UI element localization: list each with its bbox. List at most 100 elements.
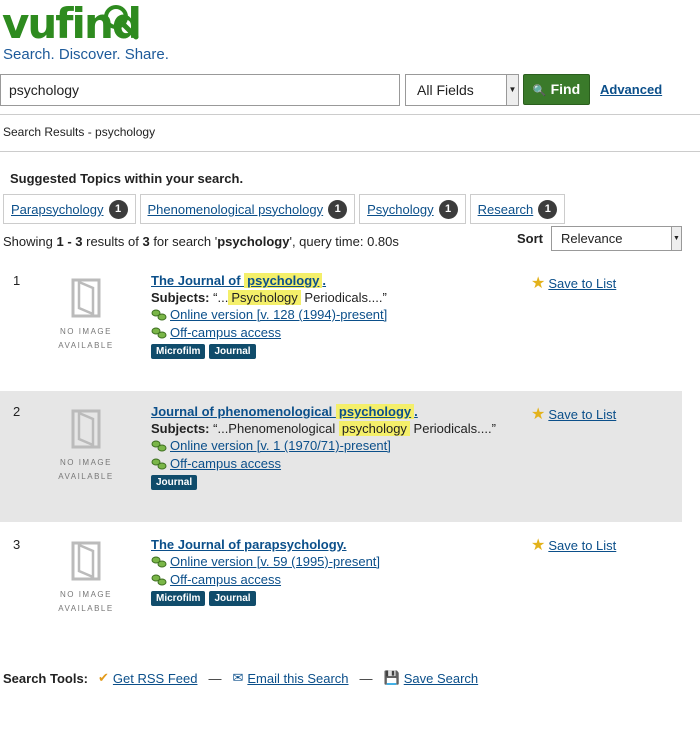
- divider: [0, 151, 700, 152]
- cover-placeholder: NO IMAGE AVAILABLE: [58, 278, 114, 353]
- topic-link[interactable]: Research: [478, 202, 534, 217]
- topic-count-badge: 1: [328, 199, 348, 219]
- find-button[interactable]: 🔍 Find: [523, 74, 590, 105]
- online-version-link[interactable]: Online version [v. 128 (1994)-present]: [170, 307, 387, 322]
- subject-highlight: psychology: [338, 421, 410, 436]
- star-icon: ★: [531, 406, 546, 423]
- format-badge: Journal: [209, 591, 256, 606]
- save-to-list-link[interactable]: Save to List: [548, 407, 616, 422]
- offcampus-line: Off-campus access: [151, 325, 387, 340]
- link-icon: [151, 458, 167, 469]
- save-search-link[interactable]: Save Search: [404, 671, 478, 686]
- topic-count-badge: 1: [438, 199, 458, 219]
- save-icon: 💾: [383, 670, 400, 685]
- cover-placeholder: NO IMAGE AVAILABLE: [58, 541, 114, 616]
- find-label: Find: [550, 81, 581, 97]
- offcampus-line: Off-campus access: [151, 572, 380, 587]
- online-version-line: Online version [v. 59 (1995)-present]: [151, 554, 380, 569]
- no-image-text: AVAILABLE: [58, 472, 114, 481]
- book-icon: [71, 541, 101, 581]
- link-icon: [151, 574, 167, 585]
- subjects-label: Subjects:: [151, 421, 210, 436]
- offcampus-access-link[interactable]: Off-campus access: [170, 572, 281, 587]
- subjects-label: Subjects:: [151, 290, 210, 305]
- summary-total: 3: [142, 234, 150, 249]
- result-title-link[interactable]: The Journal of parapsychology.: [151, 537, 380, 552]
- search-field-value: All Fields: [417, 82, 474, 98]
- divider: [0, 114, 700, 115]
- save-to-list[interactable]: ★ Save to List: [531, 535, 616, 555]
- breadcrumb: Search Results - psychology: [3, 125, 156, 139]
- online-version-link[interactable]: Online version [v. 59 (1995)-present]: [170, 554, 380, 569]
- vufind-logo[interactable]: vufind: [2, 0, 142, 51]
- result-number: 1: [13, 273, 21, 288]
- subject-text: “...: [213, 290, 229, 305]
- title-text: .: [414, 404, 418, 419]
- online-version-link[interactable]: Online version [v. 1 (1970/71)-present]: [170, 438, 391, 453]
- topic-item[interactable]: Parapsychology 1: [3, 194, 136, 224]
- summary-text: results of: [82, 234, 143, 249]
- rss-feed-link[interactable]: Get RSS Feed: [113, 671, 198, 686]
- online-version-line: Online version [v. 1 (1970/71)-present]: [151, 438, 496, 453]
- email-icon: ✉: [232, 670, 244, 685]
- result-subjects: Subjects: “... Psychology Periodicals....…: [151, 290, 387, 305]
- offcampus-access-link[interactable]: Off-campus access: [170, 325, 281, 340]
- title-highlight: psychology: [244, 273, 323, 288]
- format-badges: Journal: [151, 475, 496, 490]
- book-icon: [71, 278, 101, 318]
- search-tools: Search Tools: ✔ Get RSS Feed — ✉ Email thi…: [3, 670, 478, 686]
- no-image-text: NO IMAGE: [59, 327, 112, 336]
- result-item: 3 NO IMAGE AVAILABLE The Journal of para…: [0, 522, 682, 653]
- result-title-link[interactable]: Journal of phenomenological psychology.: [151, 404, 496, 419]
- result-title-link[interactable]: The Journal of psychology.: [151, 273, 387, 288]
- title-text: Journal of phenomenological: [151, 404, 336, 419]
- summary-text: Showing: [3, 234, 57, 249]
- title-text: .: [322, 273, 327, 288]
- result-number: 2: [13, 404, 21, 419]
- topic-count-badge: 1: [108, 199, 128, 219]
- subject-text: “...Phenomenological: [213, 421, 339, 436]
- vufind-logo-graphic: vufind: [2, 0, 142, 48]
- separator: —: [359, 670, 373, 686]
- result-info: The Journal of psychology. Subjects: “..…: [151, 273, 387, 359]
- result-info: Journal of phenomenological psychology. …: [151, 404, 496, 490]
- search-tools-label: Search Tools:: [3, 670, 89, 686]
- search-input[interactable]: psychology: [0, 74, 400, 106]
- save-to-list-link[interactable]: Save to List: [548, 276, 616, 291]
- link-icon: [151, 556, 167, 567]
- summary-query-time: ', query time: 0.80s: [289, 234, 399, 249]
- save-to-list-link[interactable]: Save to List: [548, 538, 616, 553]
- topic-link[interactable]: Parapsychology: [11, 202, 104, 217]
- subject-highlight: Psychology: [228, 290, 301, 305]
- format-badge: Journal: [151, 475, 198, 490]
- search-field-select[interactable]: All Fields ▼: [405, 74, 519, 106]
- topic-link[interactable]: Psychology: [367, 202, 433, 217]
- save-to-list[interactable]: ★ Save to List: [531, 273, 616, 293]
- topic-item[interactable]: Psychology 1: [359, 194, 466, 224]
- title-highlight: psychology: [335, 404, 415, 419]
- star-icon: ★: [531, 275, 546, 292]
- sort-select[interactable]: Relevance ▼: [551, 226, 682, 251]
- topic-link[interactable]: Phenomenological psychology: [148, 202, 324, 217]
- save-to-list[interactable]: ★ Save to List: [531, 404, 616, 424]
- summary-text: for search ': [149, 234, 218, 249]
- format-badge: Microfilm: [151, 344, 206, 359]
- no-image-text: NO IMAGE: [59, 458, 112, 467]
- subject-text: Periodicals....”: [409, 421, 496, 436]
- summary-query: psychology: [217, 234, 290, 249]
- email-search-link[interactable]: Email this Search: [247, 671, 348, 686]
- star-icon: ★: [531, 537, 546, 554]
- result-subjects: Subjects: “...Phenomenological psycholog…: [151, 421, 496, 436]
- separator: —: [208, 670, 222, 686]
- advanced-search-link[interactable]: Advanced: [600, 82, 662, 97]
- topics-list: Parapsychology 1 Phenomenological psycho…: [3, 194, 566, 224]
- no-image-text: AVAILABLE: [58, 604, 114, 613]
- no-image-text: NO IMAGE: [59, 590, 112, 599]
- topic-item[interactable]: Phenomenological psychology 1: [139, 194, 356, 224]
- format-badge: Journal: [209, 344, 256, 359]
- topic-item[interactable]: Research 1: [469, 194, 566, 224]
- no-image-text: AVAILABLE: [58, 341, 114, 350]
- title-text: The Journal of parapsychology.: [151, 537, 347, 552]
- offcampus-access-link[interactable]: Off-campus access: [170, 456, 281, 471]
- sort-label: Sort: [517, 231, 543, 246]
